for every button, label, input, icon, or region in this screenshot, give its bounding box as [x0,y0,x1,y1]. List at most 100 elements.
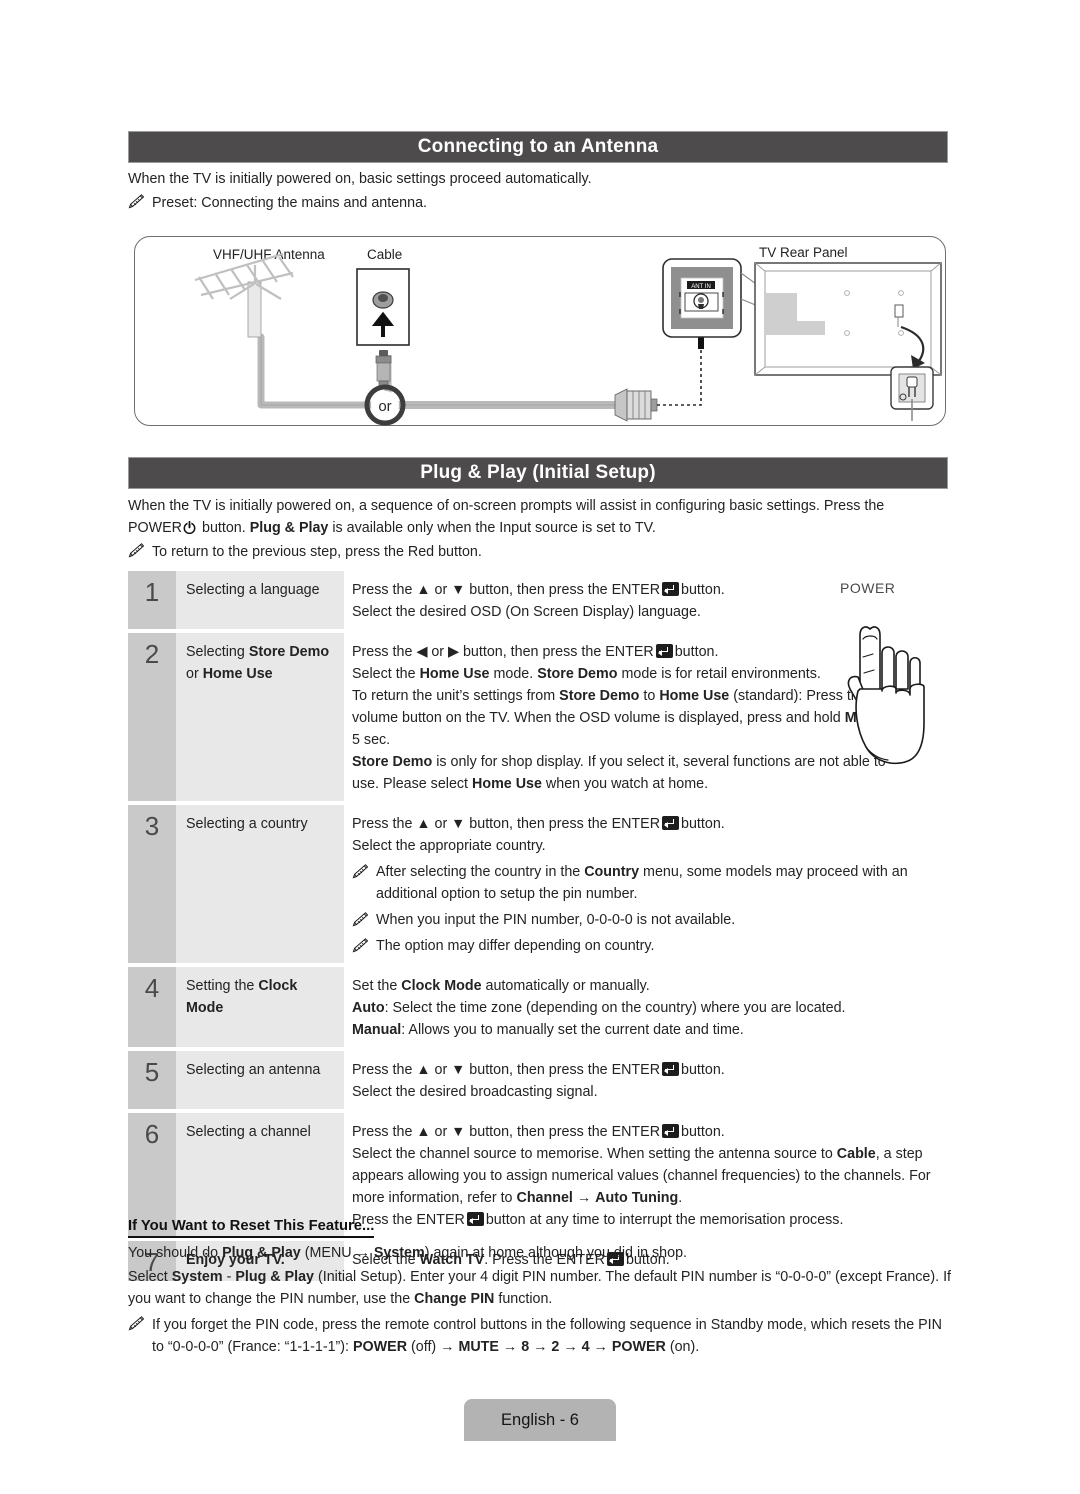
reset-text: (MENU [304,1245,352,1261]
step-body-line: Select the desired broadcasting signal. [352,1084,598,1100]
step-title-bold: Clock [258,978,298,994]
antenna-intro-text: When the TV is initially powered on, bas… [128,171,592,187]
enter-key-icon [662,582,680,596]
step-title-text: Selecting a country [186,816,308,832]
note-pencil-icon [128,1316,146,1331]
power-word: POWER [128,520,183,536]
step-line-text: to [643,688,656,704]
step-line-text: Press the ▲ or ▼ button, then press the … [352,1124,661,1140]
table-row: 4 Setting the Clock Mode Set the Clock M… [128,967,952,1047]
reset-bold: Plug & Play [222,1245,301,1261]
reset-bold: System [373,1245,425,1261]
antenna-connection-diagram: VHF/UHF Antenna Cable TV Rear Panel or A… [134,236,946,426]
reset-text: ) again at home although you did in shop… [424,1245,688,1261]
step-note-text: The option may differ depending on count… [376,938,655,954]
step-line-text: Press the ◀ or ▶ button, then press the … [352,644,654,660]
step-line-bold: Home Use [472,776,542,792]
step-title-text: or [186,666,199,682]
step-title-text: Selecting a language [186,582,320,598]
step-body: Set the Clock Mode automatically or manu… [344,967,952,1047]
step-line-bold: Store Demo [559,688,640,704]
diagram-ant-in-label: ANT IN [691,284,711,290]
step-title: Selecting a language [176,571,344,629]
step-title-bold: Mode [186,1000,224,1016]
page-footer: English - 6 [464,1399,616,1441]
power-icon [183,519,196,535]
step-line-bold: Store Demo [352,754,433,770]
step-body-line: Press the ▲ or ▼ button, then press the … [352,1059,952,1081]
step-line-text: button. [681,1062,725,1078]
reset-note-bold: 8 [521,1339,530,1355]
enter-key-icon [662,1124,680,1138]
step-line-bold: Clock Mode [401,978,482,994]
note-pencil-icon [352,864,370,879]
step-body-line: Select the appropriate country. [352,838,546,854]
step-line-bold: Store Demo [537,666,618,682]
step-title: Setting the Clock Mode [176,967,344,1047]
step-line-bold: Auto Tuning [595,1190,679,1206]
diagram-artwork: or ANT IN [194,252,942,426]
reset-feature-heading: If You Want to Reset This Feature... [128,1218,375,1238]
plugplay-note-text: To return to the previous step, press th… [152,544,482,560]
pointing-hand-icon [847,626,925,765]
step-number: 2 [128,633,176,801]
step-body-line: Press the ENTER button at any time to int… [352,1209,952,1231]
reset-note-bold: POWER [611,1339,666,1355]
step-body: Press the ▲ or ▼ button, then press the … [344,1113,952,1237]
step-line-text: : Allows you to manually set the current… [401,1022,744,1038]
reset-text: You should do [128,1245,219,1261]
reset-line-1: You should do Plug & Play (MENU → System… [128,1245,688,1261]
step-line-text: : Select the time zone (depending on the… [384,1000,846,1016]
step-number: 3 [128,805,176,963]
step-note-text: After selecting the country in the [376,864,581,880]
reset-note-text: (off) [411,1339,437,1355]
reset-note-bold: MUTE [458,1339,499,1355]
antenna-note-text: Preset: Connecting the mains and antenna… [152,195,427,211]
step-note-bold: Country [584,864,640,880]
note-pencil-icon [128,543,146,558]
antenna-note: Preset: Connecting the mains and antenna… [128,192,952,214]
step-line-text: button at any time to interrupt the memo… [485,1212,844,1228]
step-title-bold: Home Use [202,666,273,682]
step-line-bold: Home Use [659,688,730,704]
step-body-line: Manual: Allows you to manually set the c… [352,1019,952,1041]
enter-key-icon [655,644,673,658]
step-number: 4 [128,967,176,1047]
enter-key-icon [466,1212,484,1226]
reset-note-bold: 2 [551,1339,560,1355]
step-note: When you input the PIN number, 0-0-0-0 i… [352,909,956,931]
plugplay-intro-bold: Plug & Play [249,520,329,536]
page-footer-label: English - 6 [501,1410,579,1429]
step-note: After selecting the country in the Count… [352,861,956,905]
note-pencil-icon [352,912,370,927]
diagram-or-label: or [378,398,391,415]
step-line-text: Press the ▲ or ▼ button, then press the … [352,1062,661,1078]
reset-text: function. [498,1291,553,1307]
reset-note-bold: POWER [353,1339,408,1355]
step-line-text: mode is for retail environments. [621,666,821,682]
step-line-bold: Auto [352,1000,385,1016]
step-title-text: Selecting an antenna [186,1062,321,1078]
section-header-plug-play: Plug & Play (Initial Setup) [128,457,948,489]
step-line-text: button. [681,582,725,598]
step-line-text: Set the [352,978,398,994]
step-line-text: mode. [493,666,534,682]
enter-key-icon [662,816,680,830]
plugplay-intro-rest1: button. [202,520,246,536]
reset-text: - [226,1269,232,1285]
step-line-text: automatically or manually. [485,978,650,994]
step-line-text: Press the ▲ or ▼ button, then press the … [352,582,661,598]
step-body-line: Press the ▲ or ▼ button, then press the … [352,813,952,835]
step-note-text: When you input the PIN number, 0-0-0-0 i… [376,912,736,928]
section-header-antenna-label: Connecting to an Antenna [417,136,659,157]
step-title-text: Selecting [186,644,245,660]
step-line-bold: Home Use [419,666,490,682]
reset-text: Select [128,1269,168,1285]
step-line-bold: Manual [352,1022,402,1038]
step-line-text: button. [681,816,725,832]
step-line-text: . [678,1190,683,1206]
step-line-text: when you watch at home. [545,776,709,792]
step-line-text: Select the [352,666,416,682]
step-line-text: To return the unit’s settings from [352,688,556,704]
reset-bold: Change PIN [414,1291,495,1307]
